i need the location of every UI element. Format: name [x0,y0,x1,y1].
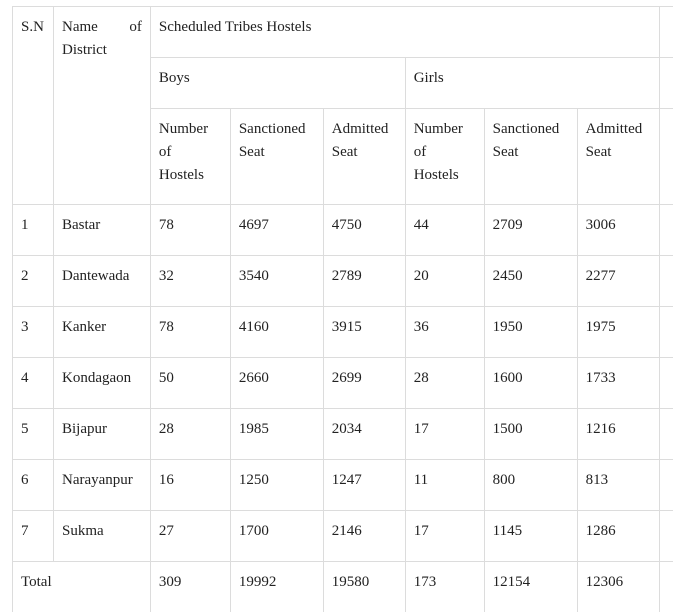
cell-girls-sanctioned: 1950 [484,307,577,358]
cell-girls-sanctioned: 2709 [484,205,577,256]
header-group: Scheduled Tribes Hostels [150,7,659,58]
cell-boys-hostels: 27 [150,511,230,562]
cell-boys-admitted: 2034 [323,409,405,460]
header-edge-cell [659,7,673,58]
cell-boys-admitted: 2699 [323,358,405,409]
cell-boys-hostels: 32 [150,256,230,307]
row-edge-cell [659,409,673,460]
table-row: 6 Narayanpur 16 1250 1247 11 800 813 [13,460,673,511]
cell-girls-sanctioned: 1145 [484,511,577,562]
cell-boys-sanctioned: 4160 [230,307,323,358]
cell-girls-hostels: 17 [405,511,484,562]
cell-boys-admitted: 1247 [323,460,405,511]
cell-girls-sanctioned: 1600 [484,358,577,409]
total-boys-hostels: 309 [150,562,230,612]
cell-girls-sanctioned: 800 [484,460,577,511]
cell-girls-hostels: 28 [405,358,484,409]
cell-boys-admitted: 4750 [323,205,405,256]
row-edge-cell [659,511,673,562]
cell-boys-sanctioned: 3540 [230,256,323,307]
cell-boys-hostels: 28 [150,409,230,460]
cell-district: Kanker [53,307,150,358]
cell-boys-hostels: 16 [150,460,230,511]
cell-girls-sanctioned: 1500 [484,409,577,460]
cell-girls-hostels: 17 [405,409,484,460]
row-edge-cell [659,307,673,358]
cell-sn: 3 [13,307,54,358]
cell-girls-admitted: 3006 [577,205,659,256]
row-edge-cell [659,460,673,511]
cell-district: Dantewada [53,256,150,307]
cell-district: Kondagaon [53,358,150,409]
table-row: 2 Dantewada 32 3540 2789 20 2450 2277 [13,256,673,307]
total-girls-hostels: 173 [405,562,484,612]
header-boys-admitted-seat: AdmittedSeat [323,109,405,205]
cell-boys-admitted: 2789 [323,256,405,307]
cell-boys-sanctioned: 1700 [230,511,323,562]
row-edge-cell [659,358,673,409]
table-row: 4 Kondagaon 50 2660 2699 28 1600 1733 [13,358,673,409]
cell-girls-admitted: 1286 [577,511,659,562]
cell-girls-admitted: 813 [577,460,659,511]
total-boys-admitted: 19580 [323,562,405,612]
header-boys-number-of-hostels: NumberofHostels [150,109,230,205]
header-name-of-district: NameofDistrict [53,7,150,205]
table-row: 1 Bastar 78 4697 4750 44 2709 3006 [13,205,673,256]
header-sn: S.N [13,7,54,205]
total-label: Total [13,562,151,612]
header-boys-sanctioned-seat: SanctionedSeat [230,109,323,205]
cell-girls-hostels: 11 [405,460,484,511]
cell-district: Bastar [53,205,150,256]
cell-boys-sanctioned: 2660 [230,358,323,409]
row-edge-cell [659,205,673,256]
cell-district: Bijapur [53,409,150,460]
header-edge-cell [659,109,673,205]
header-girls: Girls [405,58,659,109]
cell-sn: 4 [13,358,54,409]
cell-boys-admitted: 3915 [323,307,405,358]
cell-boys-sanctioned: 4697 [230,205,323,256]
cell-sn: 2 [13,256,54,307]
cell-boys-hostels: 50 [150,358,230,409]
cell-sn: 6 [13,460,54,511]
cell-district: Sukma [53,511,150,562]
cell-girls-admitted: 2277 [577,256,659,307]
cell-girls-sanctioned: 2450 [484,256,577,307]
row-edge-cell [659,562,673,612]
header-girls-number-of-hostels: NumberofHostels [405,109,484,205]
cell-sn: 7 [13,511,54,562]
cell-boys-hostels: 78 [150,307,230,358]
cell-sn: 5 [13,409,54,460]
total-girls-admitted: 12306 [577,562,659,612]
header-boys: Boys [150,58,405,109]
table-row: 5 Bijapur 28 1985 2034 17 1500 1216 [13,409,673,460]
table-row: 3 Kanker 78 4160 3915 36 1950 1975 [13,307,673,358]
cell-sn: 1 [13,205,54,256]
cell-district: Narayanpur [53,460,150,511]
cell-boys-sanctioned: 1985 [230,409,323,460]
cell-girls-hostels: 20 [405,256,484,307]
cell-girls-admitted: 1216 [577,409,659,460]
cell-boys-admitted: 2146 [323,511,405,562]
cell-girls-admitted: 1733 [577,358,659,409]
cell-girls-hostels: 44 [405,205,484,256]
cell-boys-sanctioned: 1250 [230,460,323,511]
cell-boys-hostels: 78 [150,205,230,256]
total-row: Total 309 19992 19580 173 12154 12306 [13,562,673,612]
total-boys-sanctioned: 19992 [230,562,323,612]
cell-girls-admitted: 1975 [577,307,659,358]
table-row: 7 Sukma 27 1700 2146 17 1145 1286 [13,511,673,562]
cell-girls-hostels: 36 [405,307,484,358]
total-girls-sanctioned: 12154 [484,562,577,612]
header-row-1: S.N NameofDistrict Scheduled Tribes Host… [13,7,673,58]
row-edge-cell [659,256,673,307]
hostels-table: S.N NameofDistrict Scheduled Tribes Host… [12,6,673,612]
header-edge-cell [659,58,673,109]
header-girls-sanctioned-seat: SanctionedSeat [484,109,577,205]
header-girls-admitted-seat: AdmittedSeat [577,109,659,205]
